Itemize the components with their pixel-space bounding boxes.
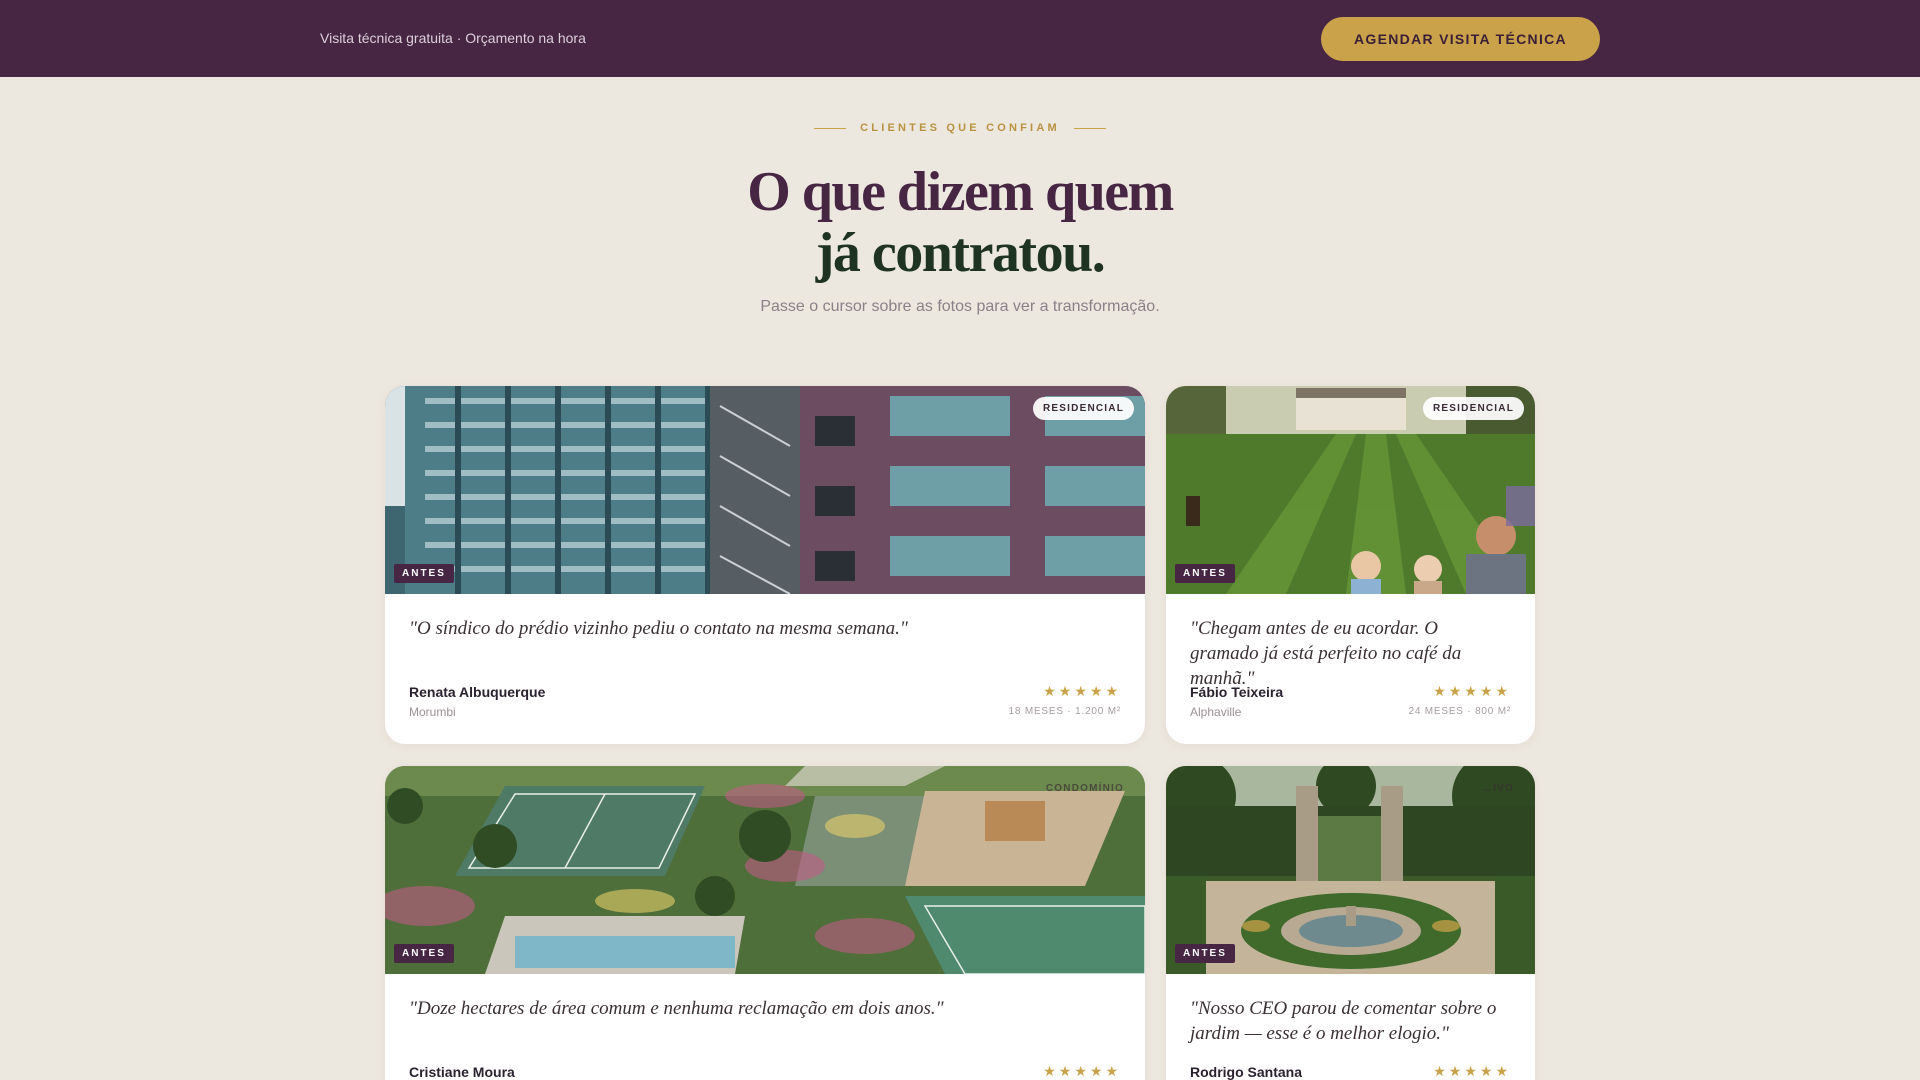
testimonial-quote: "Doze hectares de área comum e nenhuma r… <box>409 998 944 1019</box>
before-badge: ANTES <box>1175 944 1235 963</box>
before-photo-hover[interactable]: ANTES CONDOMÍNIO <box>385 766 1145 974</box>
before-photo-hover[interactable]: ANTES …IVO <box>1166 766 1535 974</box>
testimonial-quote: "O síndico do prédio vizinho pediu o con… <box>409 618 908 639</box>
star-rating: ★★★★★ <box>1043 1063 1121 1079</box>
before-photo-hover[interactable]: ANTES RESIDENCIAL <box>1166 386 1535 594</box>
eyebrow-text: CLIENTES QUE CONFIAM <box>860 122 1060 134</box>
star-rating: ★★★★★ <box>1433 1063 1511 1079</box>
before-photo-hover[interactable]: ANTES RESIDENCIAL <box>385 386 1145 594</box>
testimonial-card: ANTES RESIDENCIAL "O síndico do prédio v… <box>385 386 1145 744</box>
category-badge: RESIDENCIAL <box>1033 397 1134 420</box>
eyebrow-divider-right <box>1073 127 1106 129</box>
heading-line-2: já contratou. <box>815 222 1106 284</box>
before-badge: ANTES <box>394 944 454 963</box>
top-bar: Visita técnica gratuita · Orçamento na h… <box>0 0 1920 77</box>
client-name: Fábio Teixeira <box>1190 684 1284 700</box>
heading-line-1: O que dizem quem <box>747 161 1174 223</box>
topbar-tagline: Visita técnica gratuita · Orçamento na h… <box>320 30 586 46</box>
testimonial-quote: "Nosso CEO parou de comentar sobre o jar… <box>1190 998 1497 1044</box>
client-name: Rodrigo Santana <box>1190 1064 1303 1080</box>
condominium-garden-photo <box>385 766 1145 974</box>
section-heading: O que dizem quem já contratou. <box>0 162 1920 284</box>
category-badge: RESIDENCIAL <box>1423 397 1524 420</box>
client-location: Alphaville <box>1190 705 1242 719</box>
eyebrow-divider-left <box>814 127 847 129</box>
client-name: Cristiane Moura <box>409 1064 515 1080</box>
star-rating: ★★★★★ <box>1043 683 1121 699</box>
contract-meta: 24 MESES · 800 M² <box>1408 706 1511 717</box>
category-badge: …IVO <box>1481 783 1514 794</box>
schedule-visit-button[interactable]: AGENDAR VISITA TÉCNICA <box>1321 17 1600 61</box>
category-badge: CONDOMÍNIO <box>1045 783 1124 794</box>
section-subtitle: Passe o cursor sobre as fotos para ver a… <box>760 298 1160 315</box>
before-badge: ANTES <box>394 564 454 583</box>
before-badge: ANTES <box>1175 564 1235 583</box>
client-name: Renata Albuquerque <box>409 684 546 700</box>
testimonial-quote: "Chegam antes de eu acordar. O gramado j… <box>1190 618 1462 689</box>
testimonial-card: ANTES …IVO "Nosso CEO parou de comentar … <box>1166 766 1535 1080</box>
testimonial-card: ANTES RESIDENCIAL "Chegam antes de eu ac… <box>1166 386 1535 744</box>
testimonial-card: ANTES CONDOMÍNIO "Doze hectares de área … <box>385 766 1145 1080</box>
section-eyebrow: CLIENTES QUE CONFIAM <box>0 122 1920 134</box>
client-location: Morumbi <box>409 705 456 719</box>
city-buildings-photo <box>385 386 1145 594</box>
contract-meta: 18 MESES · 1.200 M² <box>1008 706 1121 717</box>
star-rating: ★★★★★ <box>1433 683 1511 699</box>
